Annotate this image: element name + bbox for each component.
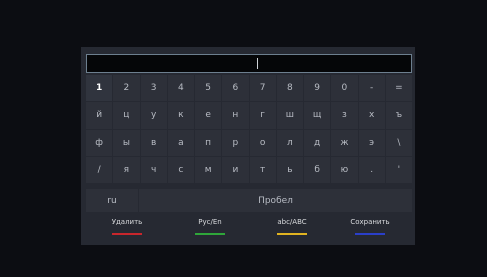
key-2-6[interactable]: о	[249, 129, 276, 156]
key-3-4[interactable]: м	[195, 156, 222, 183]
key-2-4[interactable]: п	[195, 129, 222, 156]
key-1-3[interactable]: к	[167, 102, 194, 129]
key-0-7[interactable]: 8	[276, 75, 303, 102]
key-3-10[interactable]: .	[358, 156, 385, 183]
keyboard-keys-grid: 1 2 3 4 5 6 7 8 9 0- = й ц у к е н г ш щ з х ъ ф ы в а п р о л д ж э \ / я ч с…	[86, 75, 412, 183]
key-2-10[interactable]: э	[358, 129, 385, 156]
key-0-3[interactable]: 4	[167, 75, 194, 102]
text-input-field[interactable]	[86, 54, 412, 73]
key-2-9[interactable]: ж	[331, 129, 358, 156]
delete-action-label: Удалить	[111, 218, 143, 226]
key-3-5[interactable]: и	[222, 156, 249, 183]
key-0-5[interactable]: 6	[222, 75, 249, 102]
key-3-7[interactable]: ь	[276, 156, 303, 183]
case-switch-action-button[interactable]: abc/ABC	[262, 217, 322, 235]
virtual-keyboard-panel: 1 2 3 4 5 6 7 8 9 0- = й ц у к е н г ш щ з х ъ ф ы в а п р о л д ж э \ / я ч с…	[81, 47, 415, 245]
blue-button-indicator	[355, 233, 385, 235]
key-0-11[interactable]: =	[385, 75, 412, 102]
key-0-4[interactable]: 5	[195, 75, 222, 102]
key-2-0[interactable]: ф	[86, 129, 113, 156]
key-0-9[interactable]: 0	[331, 75, 358, 102]
key-3-0[interactable]: /	[86, 156, 113, 183]
key-3-9[interactable]: ю	[331, 156, 358, 183]
key-2-11[interactable]: \	[385, 129, 412, 156]
language-switch-action-button[interactable]: Рус/En	[180, 217, 240, 235]
text-caret	[257, 58, 258, 69]
key-2-2[interactable]: в	[140, 129, 167, 156]
key-0-0[interactable]: 1	[86, 75, 113, 102]
key-0-2[interactable]: 3	[140, 75, 167, 102]
key-1-5[interactable]: н	[222, 102, 249, 129]
key-1-6[interactable]: г	[249, 102, 276, 129]
save-action-label: Сохранить	[350, 218, 390, 226]
key-1-2[interactable]: у	[140, 102, 167, 129]
color-actions-bar: Удалить Рус/En abc/ABC Сохранить	[81, 217, 415, 241]
key-2-8[interactable]: д	[304, 129, 331, 156]
key-1-4[interactable]: е	[195, 102, 222, 129]
language-switch-action-label: Рус/En	[198, 218, 222, 226]
key-3-11[interactable]: '	[385, 156, 412, 183]
keyboard-bottom-row: ru Пробел	[86, 189, 412, 212]
key-1-8[interactable]: щ	[304, 102, 331, 129]
key-1-0[interactable]: й	[86, 102, 113, 129]
key-0-10[interactable]: -	[358, 75, 385, 102]
key-2-5[interactable]: р	[222, 129, 249, 156]
key-1-11[interactable]: ъ	[385, 102, 412, 129]
space-key[interactable]: Пробел	[139, 189, 412, 212]
case-switch-action-label: abc/ABC	[277, 218, 307, 226]
key-2-1[interactable]: ы	[113, 129, 140, 156]
green-button-indicator	[195, 233, 225, 235]
key-0-6[interactable]: 7	[249, 75, 276, 102]
key-3-1[interactable]: я	[113, 156, 140, 183]
key-3-6[interactable]: т	[249, 156, 276, 183]
key-1-1[interactable]: ц	[113, 102, 140, 129]
key-1-9[interactable]: з	[331, 102, 358, 129]
red-button-indicator	[112, 233, 142, 235]
yellow-button-indicator	[277, 233, 307, 235]
key-0-8[interactable]: 9	[304, 75, 331, 102]
key-0-1[interactable]: 2	[113, 75, 140, 102]
delete-action-button[interactable]: Удалить	[97, 217, 157, 235]
tv-screen: 1 2 3 4 5 6 7 8 9 0- = й ц у к е н г ш щ з х ъ ф ы в а п р о л д ж э \ / я ч с…	[0, 0, 487, 277]
key-3-8[interactable]: б	[304, 156, 331, 183]
key-3-3[interactable]: с	[167, 156, 194, 183]
key-2-7[interactable]: л	[276, 129, 303, 156]
key-1-10[interactable]: х	[358, 102, 385, 129]
key-2-3[interactable]: а	[167, 129, 194, 156]
key-1-7[interactable]: ш	[276, 102, 303, 129]
key-3-2[interactable]: ч	[140, 156, 167, 183]
language-key[interactable]: ru	[86, 189, 138, 212]
save-action-button[interactable]: Сохранить	[340, 217, 400, 235]
